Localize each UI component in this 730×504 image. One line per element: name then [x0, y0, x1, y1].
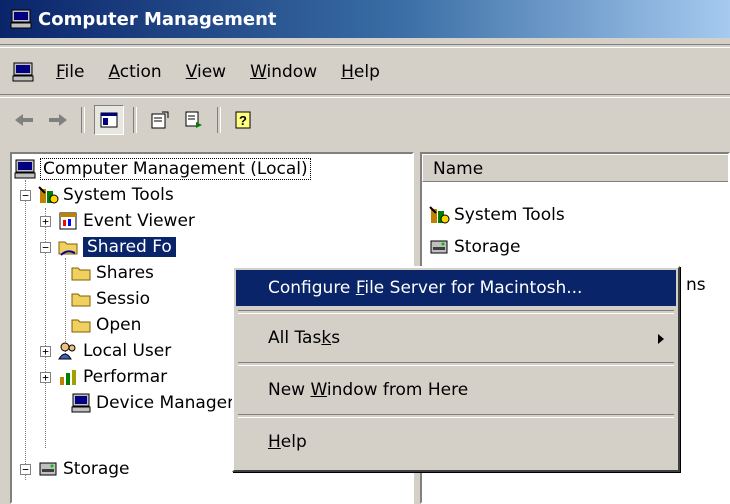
- performance-icon: [60, 370, 76, 385]
- tree-item-system-tools[interactable]: − System Tools: [20, 182, 174, 208]
- menu-window[interactable]: Window: [238, 58, 329, 86]
- list-item[interactable]: Storage: [428, 234, 521, 260]
- storage-icon: [430, 240, 448, 254]
- menu-item-help[interactable]: Help: [236, 424, 676, 460]
- shared-folder-icon: [58, 241, 78, 256]
- computer-icon[interactable]: [12, 62, 34, 82]
- tree-item-storage[interactable]: − Storage: [20, 456, 130, 482]
- tree-label: Shares: [96, 263, 154, 283]
- tree-label: Local User: [83, 341, 172, 361]
- computer-icon: [14, 159, 36, 179]
- toolbar: ?: [0, 100, 730, 140]
- svg-text:?: ?: [239, 113, 247, 128]
- menu-file[interactable]: File: [44, 58, 96, 86]
- list-item[interactable]: System Tools: [428, 202, 565, 228]
- list-item-partial[interactable]: ns: [686, 272, 706, 298]
- menu-view[interactable]: View: [174, 58, 238, 86]
- menu-item-configure-file-server[interactable]: Configure File Server for Macintosh...: [236, 270, 676, 306]
- title-separator: [0, 44, 730, 48]
- folder-icon: [71, 267, 91, 281]
- help-button[interactable]: ?: [230, 106, 258, 134]
- tree-item-shares[interactable]: Shares: [70, 260, 154, 286]
- expand-toggle[interactable]: +: [40, 345, 51, 357]
- list-item-label: Storage: [454, 237, 521, 257]
- menu-action[interactable]: Action: [96, 58, 173, 86]
- tree-item-computer-management[interactable]: Computer Management (Local): [14, 156, 311, 182]
- forward-button[interactable]: [44, 106, 72, 134]
- tree-label: Open: [96, 315, 142, 335]
- users-icon: [58, 342, 76, 360]
- menu-separator: [238, 362, 674, 366]
- menu-separator: [238, 310, 674, 314]
- submenu-arrow-icon: [658, 334, 664, 344]
- column-header-name[interactable]: Name: [422, 154, 728, 182]
- menu-separator: [238, 414, 674, 418]
- properties-icon: [151, 111, 169, 129]
- back-arrow-icon: [15, 114, 33, 126]
- toolbar-separator: [217, 107, 221, 133]
- folder-icon: [71, 293, 91, 307]
- export-list-icon: [185, 111, 202, 128]
- system-tools-icon: [38, 186, 59, 204]
- title-bar[interactable]: Computer Management: [0, 0, 730, 38]
- tree-label: Shared Fo: [83, 237, 176, 257]
- collapse-toggle[interactable]: −: [20, 463, 31, 475]
- collapse-toggle[interactable]: −: [40, 241, 51, 253]
- tree-item-open-files[interactable]: Open: [70, 312, 141, 338]
- tree-label: Sessio: [96, 289, 151, 309]
- tree-item-sessions[interactable]: Sessio: [70, 286, 150, 312]
- expand-toggle[interactable]: +: [40, 215, 51, 227]
- menu-item-new-window[interactable]: New Window from Here: [236, 372, 676, 408]
- tree-label: Performar: [83, 367, 168, 387]
- tree-line: [25, 180, 26, 480]
- console-tree-icon: [100, 112, 118, 128]
- menu-item-all-tasks[interactable]: All Tasks: [236, 320, 676, 356]
- list-item-label: System Tools: [454, 205, 565, 225]
- list-item-label: ns: [686, 275, 706, 295]
- expand-toggle[interactable]: +: [40, 371, 51, 383]
- tree-label: Event Viewer: [83, 211, 195, 231]
- tree-label: Device Manager: [96, 393, 235, 413]
- window-title: Computer Management: [38, 8, 277, 30]
- help-icon: ?: [235, 111, 251, 129]
- forward-arrow-icon: [49, 114, 67, 126]
- storage-icon: [39, 462, 57, 476]
- toolbar-separator: [133, 107, 137, 133]
- tree-item-performance[interactable]: + Performar: [40, 364, 167, 390]
- export-list-button[interactable]: [180, 106, 208, 134]
- collapse-toggle[interactable]: −: [20, 189, 31, 201]
- event-viewer-icon: [59, 212, 77, 230]
- computer-icon: [10, 9, 32, 29]
- tree-label: Computer Management (Local): [40, 158, 311, 180]
- menu-help[interactable]: Help: [329, 58, 392, 86]
- tree-label: System Tools: [63, 185, 174, 205]
- context-menu: Configure File Server for Macintosh... A…: [232, 266, 680, 472]
- properties-button[interactable]: [146, 106, 174, 134]
- tree-item-shared-folders[interactable]: − Shared Fo: [40, 234, 176, 260]
- show-hide-tree-button[interactable]: [94, 105, 124, 135]
- tree-item-event-viewer[interactable]: + Event Viewer: [40, 208, 195, 234]
- system-tools-icon: [429, 206, 450, 224]
- back-button[interactable]: [10, 106, 38, 134]
- menu-bar: File Action View Window Help: [0, 52, 730, 92]
- device-manager-icon: [71, 393, 91, 413]
- toolbar-separator: [81, 107, 85, 133]
- tree-label: Storage: [63, 459, 130, 479]
- folder-icon: [71, 319, 91, 333]
- tree-item-local-users[interactable]: + Local User: [40, 338, 171, 364]
- tree-item-device-manager[interactable]: Device Manager: [70, 390, 234, 416]
- menu-separator: [0, 94, 730, 98]
